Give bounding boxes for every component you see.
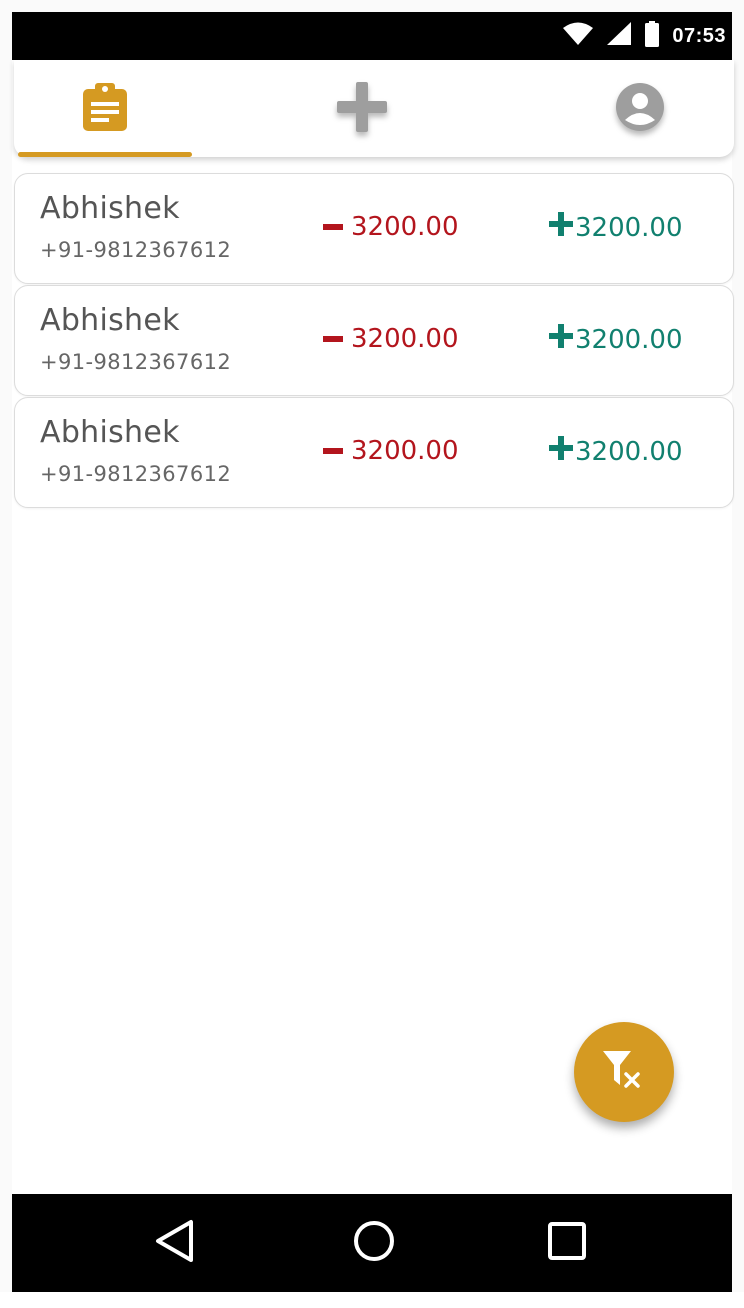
filter-clear-icon — [601, 1049, 647, 1095]
wifi-icon — [562, 22, 594, 50]
tab-bar — [14, 60, 734, 157]
tab-entries[interactable] — [18, 60, 192, 157]
home-icon — [352, 1219, 396, 1267]
device-frame: 07:53 Abhishek +91-9812367612 3200.00 32… — [0, 0, 744, 1308]
clear-filter-button[interactable] — [574, 1022, 674, 1122]
plus-small-icon — [549, 212, 573, 243]
back-icon — [153, 1219, 195, 1267]
minus-icon — [323, 224, 343, 230]
entry-credit: 3200.00 — [549, 324, 683, 355]
entry-phone: +91-9812367612 — [40, 238, 232, 262]
plus-icon — [336, 81, 388, 137]
entry-name: Abhishek — [40, 191, 180, 226]
system-nav-bar — [12, 1194, 732, 1292]
nav-home-button[interactable] — [349, 1218, 399, 1268]
debit-amount: 3200.00 — [351, 324, 459, 354]
minus-icon — [323, 448, 343, 454]
minus-icon — [323, 336, 343, 342]
status-icons: 07:53 — [562, 12, 726, 60]
signal-icon — [606, 22, 632, 50]
entry-credit: 3200.00 — [549, 436, 683, 467]
debit-amount: 3200.00 — [351, 436, 459, 466]
recents-icon — [547, 1221, 587, 1265]
credit-amount: 3200.00 — [575, 436, 683, 467]
list-item[interactable]: Abhishek +91-9812367612 3200.00 3200.00 — [14, 397, 734, 508]
credit-amount: 3200.00 — [575, 324, 683, 355]
plus-small-icon — [549, 436, 573, 467]
tab-profile[interactable] — [554, 60, 726, 157]
entry-list: Abhishek +91-9812367612 3200.00 3200.00 — [14, 173, 734, 508]
plus-small-icon — [549, 324, 573, 355]
battery-icon — [644, 21, 660, 51]
entry-debit: 3200.00 — [323, 324, 459, 354]
credit-amount: 3200.00 — [575, 212, 683, 243]
status-bar: 07:53 — [12, 12, 732, 60]
entry-phone: +91-9812367612 — [40, 350, 232, 374]
entry-credit: 3200.00 — [549, 212, 683, 243]
entry-name: Abhishek — [40, 415, 180, 450]
status-time: 07:53 — [672, 24, 726, 47]
bottom-strip — [0, 1292, 744, 1308]
entry-debit: 3200.00 — [323, 436, 459, 466]
list-item[interactable]: Abhishek +91-9812367612 3200.00 3200.00 — [14, 173, 734, 284]
entry-debit: 3200.00 — [323, 212, 459, 242]
entry-name: Abhishek — [40, 303, 180, 338]
nav-recents-button[interactable] — [542, 1218, 592, 1268]
tab-add[interactable] — [276, 60, 448, 157]
tab-selected-indicator — [18, 152, 192, 157]
clipboard-icon — [82, 82, 128, 136]
entry-phone: +91-9812367612 — [40, 462, 232, 486]
account-circle-icon — [615, 82, 665, 136]
app-screen: Abhishek +91-9812367612 3200.00 3200.00 — [12, 60, 734, 1194]
list-item[interactable]: Abhishek +91-9812367612 3200.00 3200.00 — [14, 285, 734, 396]
debit-amount: 3200.00 — [351, 212, 459, 242]
nav-back-button[interactable] — [149, 1218, 199, 1268]
